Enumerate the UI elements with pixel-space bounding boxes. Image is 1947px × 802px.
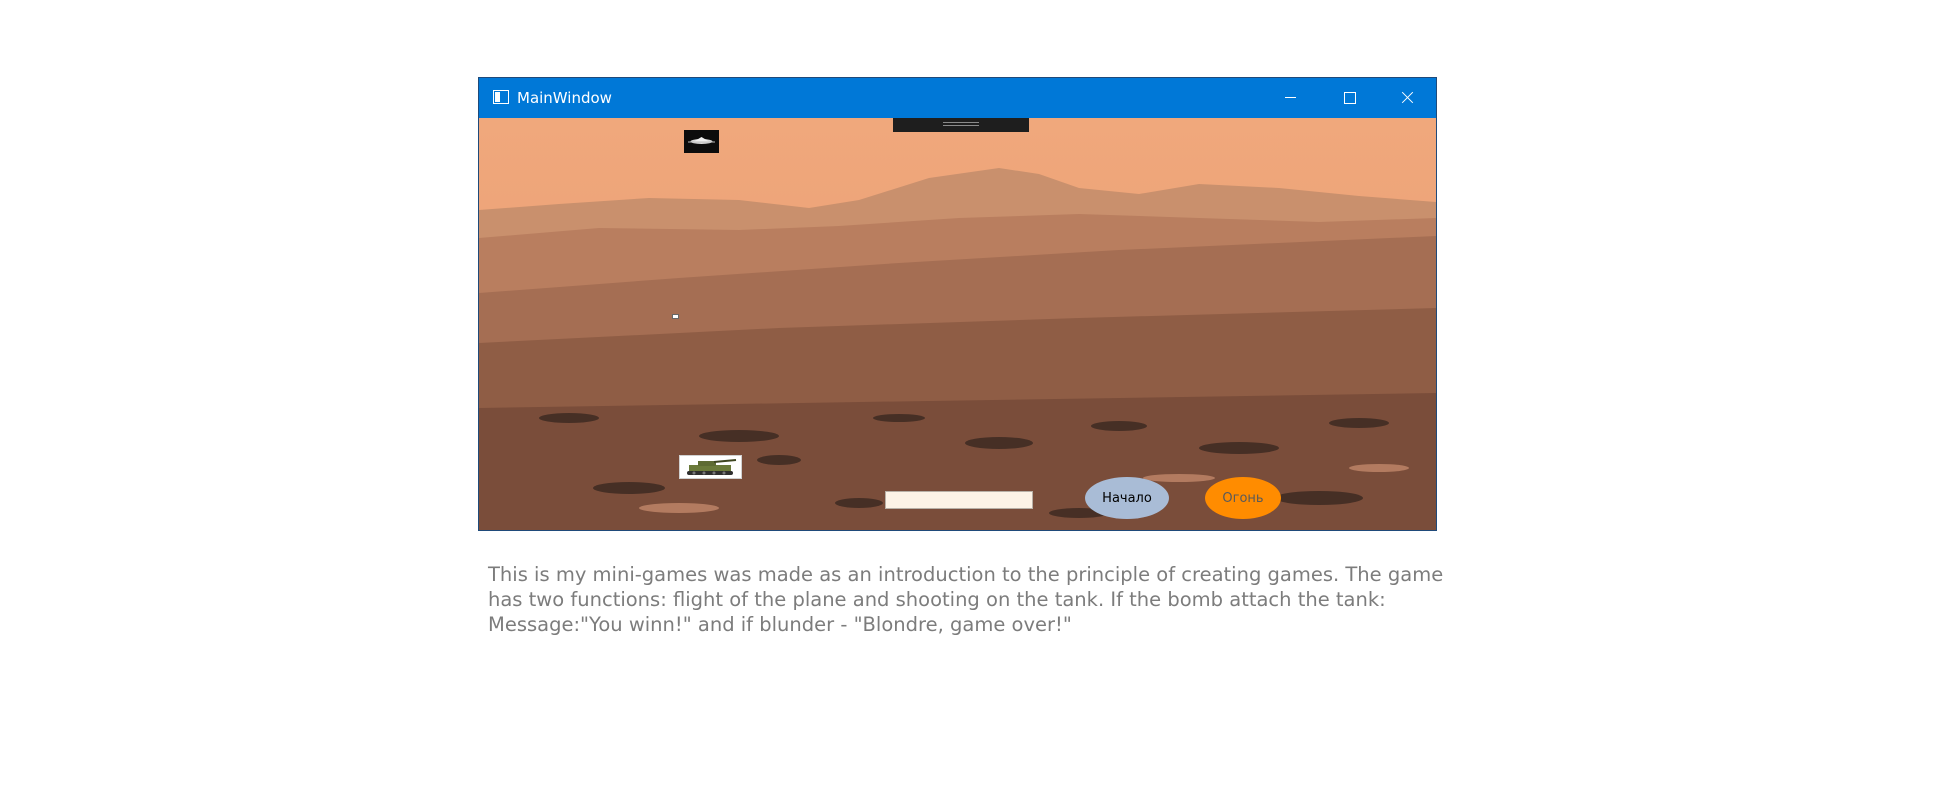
maximize-icon[interactable] <box>1321 78 1379 118</box>
window-titlebar[interactable]: MainWindow <box>479 78 1436 118</box>
game-window: MainWindow Начало Огонь <box>479 78 1436 530</box>
close-icon[interactable] <box>1378 78 1436 118</box>
minimize-icon[interactable] <box>1262 78 1320 118</box>
bomb-sprite <box>672 314 679 319</box>
fire-button[interactable]: Огонь <box>1205 477 1281 519</box>
plane-sprite <box>684 130 719 153</box>
plane-icon <box>688 137 715 144</box>
game-canvas: Начало Огонь <box>479 118 1436 530</box>
message-textbox[interactable] <box>885 491 1033 509</box>
tank-icon <box>687 459 737 475</box>
window-title: MainWindow <box>517 89 612 107</box>
game-description: This is my mini-games was made as an int… <box>488 563 1444 636</box>
terrain-background <box>479 168 1436 530</box>
debug-toolbar[interactable] <box>893 118 1029 132</box>
tank-sprite <box>679 455 742 479</box>
app-icon <box>493 90 509 104</box>
start-button[interactable]: Начало <box>1085 477 1169 519</box>
